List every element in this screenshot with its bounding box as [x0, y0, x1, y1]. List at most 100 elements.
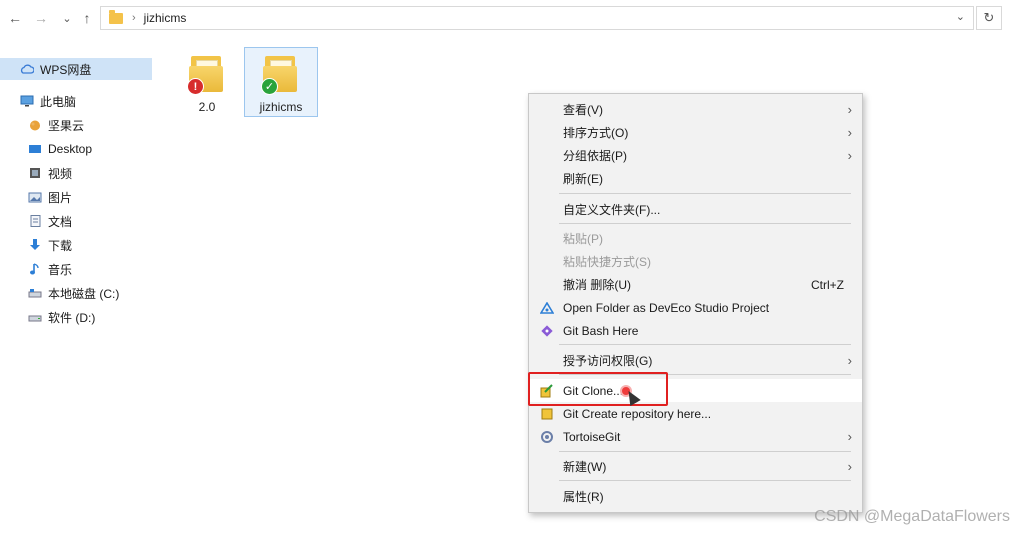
- address-dropdown-icon[interactable]: ⌄: [956, 10, 965, 23]
- submenu-arrow-icon: ›: [847, 459, 852, 474]
- menu-item-tortoisegit[interactable]: TortoiseGit ›: [529, 425, 862, 448]
- documents-icon: [28, 215, 42, 227]
- nav-item-downloads[interactable]: 下载: [0, 234, 152, 256]
- folder-icon: [109, 9, 123, 24]
- menu-separator: [559, 193, 851, 194]
- menu-item-label: 分组依据(P): [563, 149, 627, 163]
- menu-item-label: 粘贴快捷方式(S): [563, 255, 651, 269]
- nav-item-label: 下载: [48, 238, 73, 253]
- submenu-arrow-icon: ›: [847, 148, 852, 163]
- navigation-pane: WPS网盘 此电脑 坚果云 Desktop 视频 图片 文档 下载 音乐 本地磁…: [0, 50, 152, 534]
- conflict-badge-icon: !: [187, 78, 204, 95]
- menu-item-git-bash[interactable]: Git Bash Here: [529, 319, 862, 342]
- deveco-icon: [539, 300, 555, 316]
- menu-item-open-deveco[interactable]: Open Folder as DevEco Studio Project: [529, 296, 862, 319]
- desktop-icon: [28, 143, 42, 155]
- disk-d-icon: [28, 311, 42, 323]
- menu-item-paste: 粘贴(P): [529, 227, 862, 250]
- file-label: jizhicms: [259, 100, 303, 114]
- nav-item-videos[interactable]: 视频: [0, 162, 152, 184]
- menu-item-customize-folder[interactable]: 自定义文件夹(F)...: [529, 198, 862, 221]
- nav-item-label: 图片: [48, 190, 73, 205]
- nav-item-wps-cloud[interactable]: WPS网盘: [0, 58, 152, 80]
- menu-separator: [559, 223, 851, 224]
- nav-item-disk-c[interactable]: 本地磁盘 (C:): [0, 282, 152, 304]
- nav-item-label: 此电脑: [40, 94, 77, 109]
- back-arrow-icon[interactable]: ←: [6, 9, 24, 27]
- menu-item-view[interactable]: 查看(V) ›: [529, 98, 862, 121]
- nav-item-music[interactable]: 音乐: [0, 258, 152, 280]
- menu-item-label: Git Create repository here...: [563, 406, 712, 421]
- video-icon: [28, 167, 42, 179]
- nut-cloud-icon: [28, 119, 42, 131]
- download-icon: [28, 239, 42, 251]
- nav-item-label: 视频: [48, 166, 73, 181]
- nav-item-nutstore[interactable]: 坚果云: [0, 114, 152, 136]
- checkmark-badge-icon: ✓: [261, 78, 278, 95]
- nav-item-this-pc[interactable]: 此电脑: [0, 90, 152, 112]
- music-icon: [28, 263, 42, 275]
- address-path[interactable]: jizhicms: [144, 11, 187, 25]
- tortoisegit-icon: [539, 429, 555, 445]
- nav-item-pictures[interactable]: 图片: [0, 186, 152, 208]
- pictures-icon: [28, 191, 42, 203]
- menu-item-label: 授予访问权限(G): [563, 354, 653, 368]
- nav-item-label: Desktop: [48, 142, 93, 156]
- git-create-repo-icon: [539, 406, 555, 422]
- watermark: CSDN @MegaDataFlowers: [814, 508, 1010, 525]
- menu-item-undo-delete[interactable]: 撤消 删除(U) Ctrl+Z: [529, 273, 862, 296]
- menu-separator: [559, 344, 851, 345]
- nav-item-documents[interactable]: 文档: [0, 210, 152, 232]
- refresh-button[interactable]: ↻: [976, 6, 1002, 30]
- folder-item-jizhicms[interactable]: ✓ jizhicms: [244, 47, 318, 117]
- menu-item-label: 撤消 删除(U): [563, 278, 631, 292]
- submenu-arrow-icon: ›: [847, 353, 852, 368]
- menu-item-grant-access[interactable]: 授予访问权限(G) ›: [529, 349, 862, 372]
- context-menu: 查看(V) › 排序方式(O) › 分组依据(P) › 刷新(E) 自定义文件夹…: [528, 93, 863, 513]
- submenu-arrow-icon: ›: [847, 102, 852, 117]
- folder-item-2-0[interactable]: ! 2.0: [170, 48, 244, 118]
- recent-locations-chevron-icon[interactable]: ⌄: [58, 9, 76, 27]
- keyboard-shortcut: Ctrl+Z: [811, 277, 844, 292]
- menu-separator: [559, 451, 851, 452]
- menu-item-sort[interactable]: 排序方式(O) ›: [529, 121, 862, 144]
- menu-item-label: 新建(W): [563, 460, 607, 474]
- address-bar[interactable]: › jizhicms ⌄: [100, 6, 974, 30]
- menu-item-label: TortoiseGit: [563, 429, 621, 444]
- forward-arrow-icon[interactable]: →: [32, 9, 50, 27]
- folder-icon: ✓: [261, 52, 301, 96]
- menu-item-label: 属性(R): [563, 490, 604, 504]
- path-separator-icon: ›: [132, 12, 136, 24]
- submenu-arrow-icon: ›: [847, 125, 852, 140]
- annotation-highlight-box: [528, 372, 668, 406]
- nav-item-desktop[interactable]: Desktop: [0, 138, 152, 160]
- menu-item-label: 自定义文件夹(F)...: [563, 203, 661, 217]
- menu-item-label: 查看(V): [563, 103, 603, 117]
- cloud-icon: [20, 63, 34, 75]
- nav-item-disk-d[interactable]: 软件 (D:): [0, 306, 152, 328]
- submenu-arrow-icon: ›: [847, 429, 852, 444]
- menu-item-new[interactable]: 新建(W) ›: [529, 455, 862, 478]
- nav-item-label: 音乐: [48, 262, 73, 277]
- folder-icon: !: [187, 52, 227, 96]
- menu-item-group[interactable]: 分组依据(P) ›: [529, 144, 862, 167]
- menu-item-label: Open Folder as DevEco Studio Project: [563, 300, 770, 315]
- file-label: 2.0: [198, 100, 216, 114]
- disk-c-icon: [28, 287, 42, 299]
- nav-item-label: 软件 (D:): [48, 310, 96, 325]
- menu-item-paste-shortcut: 粘贴快捷方式(S): [529, 250, 862, 273]
- up-arrow-icon[interactable]: ↑: [78, 9, 96, 27]
- menu-item-label: 粘贴(P): [563, 232, 603, 246]
- menu-item-properties[interactable]: 属性(R): [529, 485, 862, 508]
- computer-icon: [20, 95, 34, 107]
- nav-item-label: WPS网盘: [40, 62, 92, 77]
- menu-item-label: Git Bash Here: [563, 323, 639, 338]
- git-bash-icon: [539, 323, 555, 339]
- nav-item-label: 文档: [48, 214, 73, 229]
- nav-item-label: 本地磁盘 (C:): [48, 286, 120, 301]
- menu-item-refresh[interactable]: 刷新(E): [529, 167, 862, 190]
- menu-separator: [559, 480, 851, 481]
- menu-item-label: 刷新(E): [563, 172, 603, 186]
- address-toolbar: ← → ⌄ ↑ › jizhicms ⌄ ↻: [0, 0, 1014, 38]
- menu-item-label: 排序方式(O): [563, 126, 629, 140]
